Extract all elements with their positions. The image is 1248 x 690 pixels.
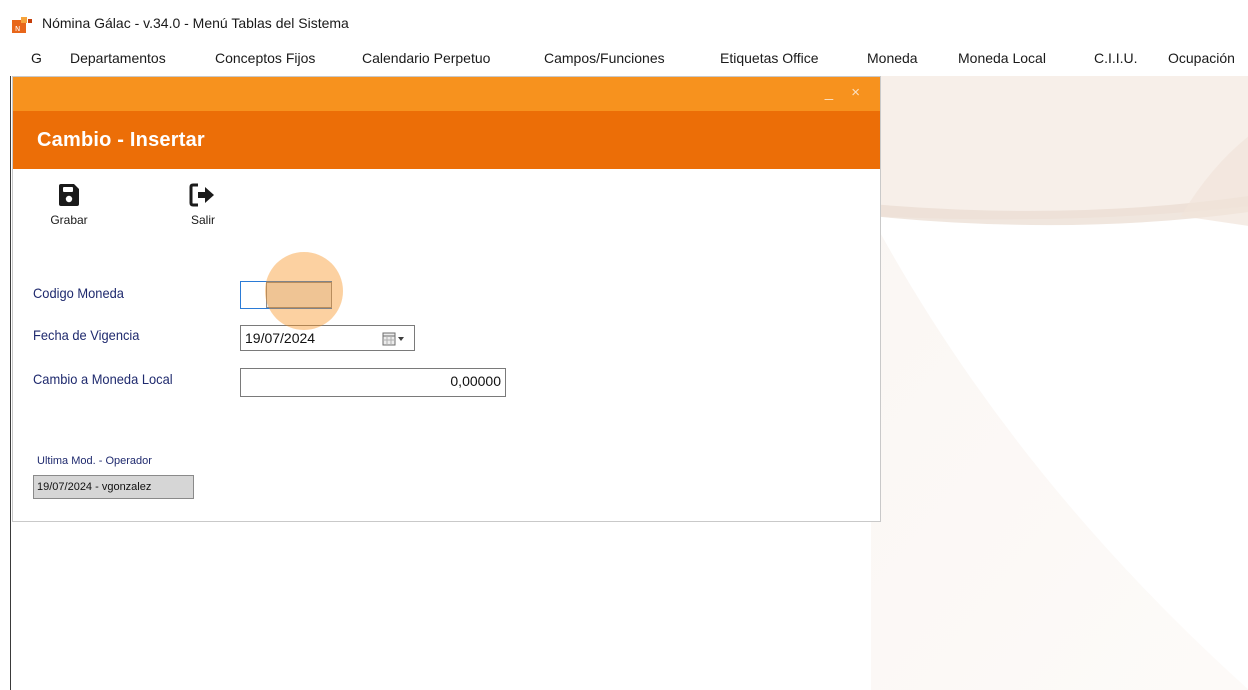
- calendar-dropdown-button[interactable]: [382, 331, 408, 347]
- codigo-moneda-label: Codigo Moneda: [33, 285, 124, 301]
- fecha-vigencia-input[interactable]: 19/07/2024: [240, 325, 415, 351]
- cambio-moneda-local-input[interactable]: 0,00000: [240, 368, 506, 397]
- menu-item-moneda-local[interactable]: Moneda Local: [958, 50, 1046, 66]
- menu-item-calendario-perpetuo[interactable]: Calendario Perpetuo: [362, 50, 490, 66]
- codigo-moneda-input[interactable]: [240, 281, 332, 309]
- dialog-title: Cambio - Insertar: [37, 129, 205, 151]
- menu-item-ciiu[interactable]: C.I.I.U.: [1094, 50, 1138, 66]
- menu-item-moneda[interactable]: Moneda: [867, 50, 918, 66]
- ultima-mod-label: Ultima Mod. - Operador: [37, 455, 152, 467]
- salir-label: Salir: [190, 213, 215, 227]
- grabar-label: Grabar: [50, 213, 88, 227]
- menu-bar: G Departamentos Conceptos Fijos Calendar…: [0, 42, 1248, 74]
- menu-item-etiquetas-office[interactable]: Etiquetas Office: [720, 50, 819, 66]
- minimize-button[interactable]: _: [825, 84, 833, 101]
- cambio-insertar-dialog: _ × Cambio - Insertar Grabar Salir Codig…: [12, 76, 881, 522]
- close-button[interactable]: ×: [851, 84, 860, 101]
- cambio-moneda-local-value: 0,00000: [450, 373, 501, 389]
- menu-item-campos-funciones[interactable]: Campos/Funciones: [544, 50, 665, 66]
- dialog-window-controls: _ ×: [811, 84, 860, 101]
- dialog-header: Cambio - Insertar: [13, 111, 880, 169]
- fecha-vigencia-label: Fecha de Vigencia: [33, 327, 140, 343]
- sign-out-icon: [189, 183, 214, 207]
- codigo-moneda-inner-box: [266, 282, 332, 308]
- ultima-mod-value: 19/07/2024 - vgonzalez: [33, 475, 194, 499]
- menu-item-ocupacion[interactable]: Ocupación: [1168, 50, 1248, 66]
- title-bar: N Nómina Gálac - v.34.0 - Menú Tablas de…: [0, 8, 1248, 38]
- grabar-button[interactable]: Grabar: [43, 183, 95, 227]
- galac-app-icon: N: [12, 17, 32, 33]
- cambio-moneda-local-label: Cambio a Moneda Local: [33, 371, 173, 387]
- svg-text:N: N: [15, 25, 20, 33]
- menu-item-conceptos-fijos[interactable]: Conceptos Fijos: [215, 50, 315, 66]
- menu-item-g[interactable]: G: [31, 50, 42, 66]
- salir-button[interactable]: Salir: [181, 183, 225, 227]
- window-title: Nómina Gálac - v.34.0 - Menú Tablas del …: [42, 15, 349, 31]
- floppy-disk-icon: [59, 184, 79, 206]
- menu-item-departamentos[interactable]: Departamentos: [70, 50, 166, 66]
- dialog-top-bar: _ ×: [13, 77, 880, 111]
- calendar-icon: [382, 332, 404, 346]
- application-window: N Nómina Gálac - v.34.0 - Menú Tablas de…: [0, 0, 1248, 690]
- fecha-vigencia-value: 19/07/2024: [245, 330, 316, 346]
